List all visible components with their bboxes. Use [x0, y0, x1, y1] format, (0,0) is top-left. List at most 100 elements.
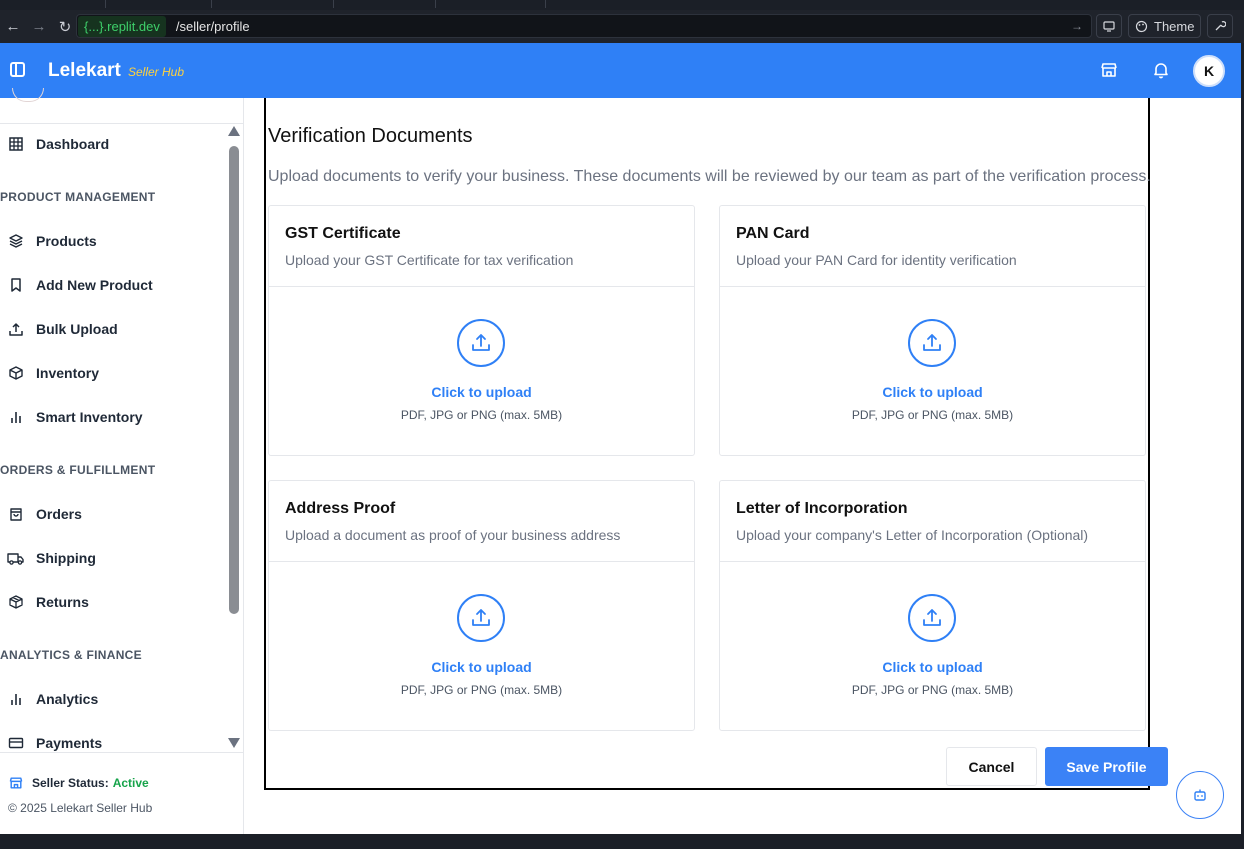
card-header: Address Proof Upload a document as proof… [269, 481, 694, 562]
scroll-down-arrow-icon[interactable] [228, 738, 240, 748]
sidebar-item-label: Bulk Upload [36, 321, 118, 337]
upload-icon [4, 320, 28, 338]
card-subtitle: Upload your GST Certificate for tax veri… [285, 252, 574, 268]
back-icon[interactable]: ← [0, 18, 26, 35]
verification-panel: Verification Documents Upload documents … [264, 98, 1168, 790]
bell-icon[interactable] [1151, 60, 1171, 80]
taskbar [0, 834, 1244, 849]
sidebar-item-inventory[interactable]: Inventory [0, 358, 225, 388]
browser-tab[interactable] [212, 0, 334, 8]
save-profile-button[interactable]: Save Profile [1045, 747, 1168, 786]
click-to-upload-link[interactable]: Click to upload [720, 384, 1145, 400]
card-subtitle: Upload a document as proof of your busin… [285, 527, 621, 543]
sidebar-item-products[interactable]: Products [0, 226, 225, 256]
card-title: PAN Card [736, 225, 810, 242]
theme-label: Theme [1154, 18, 1195, 34]
upload-icon[interactable] [908, 594, 956, 642]
url-path: /seller/profile [175, 18, 250, 34]
truck-icon [4, 549, 28, 567]
upload-icon[interactable] [457, 319, 505, 367]
theme-button[interactable]: Theme [1128, 14, 1202, 38]
devices-button[interactable] [1096, 14, 1122, 38]
url-bar[interactable]: {...}.replit.dev /seller/profile → [76, 14, 1092, 38]
sidebar-item-label: Analytics [36, 691, 99, 707]
upload-dropzone[interactable]: Click to upload PDF, JPG or PNG (max. 5M… [720, 562, 1145, 730]
copyright-text: © 2025 Lelekart Seller Hub [8, 801, 153, 815]
document-card-letter-of-incorporation: Letter of Incorporation Upload your comp… [719, 480, 1146, 731]
scroll-thumb[interactable] [229, 146, 239, 614]
sidebar: Dashboard PRODUCT MANAGEMENT Products Ad… [0, 88, 244, 834]
card-header: GST Certificate Upload your GST Certific… [269, 206, 694, 287]
seller-status: Seller Status: Active [8, 775, 149, 791]
browser-tab[interactable] [106, 0, 212, 8]
user-avatar[interactable]: K [1193, 55, 1225, 87]
reload-icon[interactable]: ↻ [52, 18, 78, 36]
brand-logo[interactable]: Lelekart [48, 60, 121, 82]
sidebar-item-bulk-upload[interactable]: Bulk Upload [0, 314, 225, 344]
browser-tabstrip [0, 0, 1244, 10]
monitor-icon [1103, 20, 1115, 32]
sidebar-item-label: Products [36, 233, 97, 249]
sidebar-item-returns[interactable]: Returns [0, 587, 225, 617]
sidebar-item-dashboard[interactable]: Dashboard [0, 129, 225, 159]
seller-status-value: Active [112, 776, 149, 790]
sidebar-footer: Seller Status: Active © 2025 Lelekart Se… [0, 752, 243, 834]
forward-icon[interactable]: → [26, 18, 52, 35]
seller-status-label: Seller Status: [32, 776, 109, 790]
shopping-bag-icon [4, 505, 28, 523]
sidebar-item-label: Smart Inventory [36, 409, 143, 425]
upload-dropzone[interactable]: Click to upload PDF, JPG or PNG (max. 5M… [720, 287, 1145, 455]
go-arrow-icon[interactable]: → [1071, 19, 1083, 33]
palette-icon [1135, 20, 1148, 32]
upload-dropzone[interactable]: Click to upload PDF, JPG or PNG (max. 5M… [269, 287, 694, 455]
sidebar-item-label: Shipping [36, 550, 96, 566]
sidebar-item-label: Orders [36, 506, 82, 522]
tools-button[interactable] [1207, 14, 1234, 38]
sidebar-item-analytics[interactable]: Analytics [0, 684, 225, 714]
app-header: Lelekart Seller Hub [0, 43, 1241, 98]
browser-tools: Theme [1096, 14, 1234, 38]
section-orders-fulfillment: ORDERS & FULFILLMENT [0, 463, 156, 477]
upload-hint: PDF, JPG or PNG (max. 5MB) [400, 408, 563, 422]
scroll-up-arrow-icon[interactable] [228, 126, 240, 136]
browser-tab[interactable] [0, 0, 106, 8]
upload-icon[interactable] [457, 594, 505, 642]
document-card-gst: GST Certificate Upload your GST Certific… [268, 205, 695, 456]
grid-icon [4, 135, 28, 153]
section-title: Verification Documents [268, 125, 473, 147]
section-analytics-finance: ANALYTICS & FINANCE [0, 648, 142, 662]
sidebar-item-label: Add New Product [36, 277, 153, 293]
bar-chart-icon [4, 690, 28, 708]
upload-dropzone[interactable]: Click to upload PDF, JPG or PNG (max. 5M… [269, 562, 694, 730]
url-host: {...}.replit.dev [78, 15, 166, 37]
card-header: PAN Card Upload your PAN Card for identi… [720, 206, 1145, 287]
credit-card-icon [4, 734, 28, 752]
sidebar-item-label: Dashboard [36, 136, 110, 152]
assistant-bot-button[interactable] [1176, 771, 1224, 819]
card-header: Letter of Incorporation Upload your comp… [720, 481, 1145, 562]
browser-toolbar: ← → ↻ {...}.replit.dev /seller/profile →… [0, 10, 1244, 43]
sidebar-item-smart-inventory[interactable]: Smart Inventory [0, 402, 225, 432]
card-subtitle: Upload your company's Letter of Incorpor… [736, 527, 1089, 543]
card-title: GST Certificate [285, 225, 401, 242]
sidebar-toggle-icon[interactable] [10, 62, 25, 77]
click-to-upload-link[interactable]: Click to upload [720, 659, 1145, 675]
cancel-button[interactable]: Cancel [946, 747, 1037, 786]
browser-tab[interactable] [436, 0, 546, 8]
divider [0, 123, 243, 124]
sidebar-item-label: Returns [36, 594, 89, 610]
sidebar-item-shipping[interactable]: Shipping [0, 543, 225, 573]
upload-icon[interactable] [908, 319, 956, 367]
store-icon[interactable] [1099, 60, 1119, 80]
click-to-upload-link[interactable]: Click to upload [269, 659, 694, 675]
store-icon [9, 777, 23, 789]
sidebar-item-add-new-product[interactable]: Add New Product [0, 270, 225, 300]
browser-tab[interactable] [334, 0, 436, 8]
upload-hint: PDF, JPG or PNG (max. 5MB) [851, 683, 1014, 697]
sidebar-scrollbar[interactable] [228, 126, 240, 748]
click-to-upload-link[interactable]: Click to upload [269, 384, 694, 400]
document-card-address-proof: Address Proof Upload a document as proof… [268, 480, 695, 731]
sidebar-avatar [12, 88, 44, 102]
section-description: Upload documents to verify your business… [268, 168, 1151, 185]
sidebar-item-orders[interactable]: Orders [0, 499, 225, 529]
